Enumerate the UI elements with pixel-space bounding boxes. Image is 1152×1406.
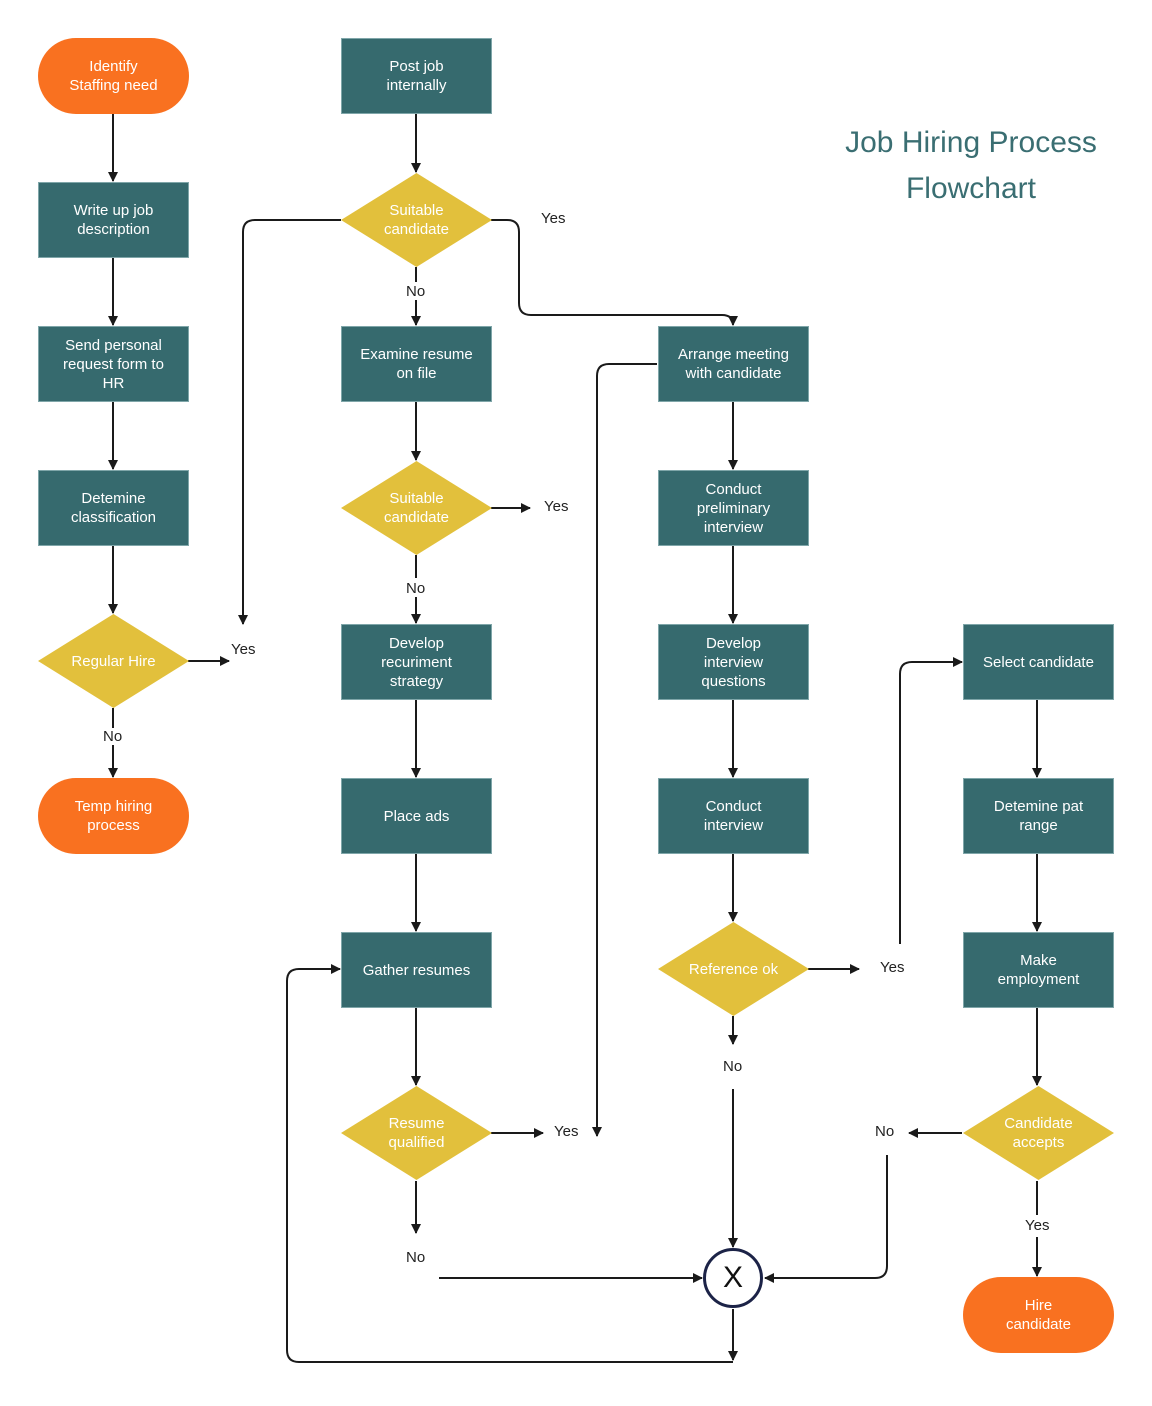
process-select-candidate[interactable]: Select candidate bbox=[963, 624, 1114, 700]
decision-label: Regular Hire bbox=[71, 652, 156, 670]
connector-no-to-junction-right bbox=[764, 1155, 888, 1283]
process-place-ads[interactable]: Place ads bbox=[341, 778, 492, 854]
process-determine-pay-range[interactable]: Detemine pat range bbox=[963, 778, 1114, 854]
process-gather-resumes[interactable]: Gather resumes bbox=[341, 932, 492, 1008]
process-post-job-internally[interactable]: Post job internally bbox=[341, 38, 492, 114]
connector-arrange-left-to-yes bbox=[592, 363, 657, 1137]
terminal-temp-hiring-process[interactable]: Temp hiring process bbox=[38, 778, 189, 854]
connector-suitable1-left-to-yes bbox=[238, 219, 341, 625]
process-make-employment[interactable]: Make employment bbox=[963, 932, 1114, 1008]
connector-suitable1-right-to-arrange bbox=[491, 219, 738, 326]
edge-label-reference-no: No bbox=[723, 1058, 743, 1075]
edge-label-suitable2-yes: Yes bbox=[544, 498, 569, 515]
edge-label-regular-no: No bbox=[103, 728, 123, 745]
process-write-job-description[interactable]: Write up job description bbox=[38, 182, 189, 258]
decision-label: Reference ok bbox=[688, 960, 779, 978]
edge-label-suitable2-no: No bbox=[406, 580, 426, 597]
edge-label-accepts-yes: Yes bbox=[1025, 1217, 1050, 1234]
decision-label: Suitable candidate bbox=[383, 202, 450, 238]
junction-merge-node[interactable]: X bbox=[703, 1248, 763, 1308]
process-examine-resume[interactable]: Examine resume on file bbox=[341, 326, 492, 402]
edge-label-accepts-no: No bbox=[875, 1123, 895, 1140]
decision-candidate-accepts[interactable]: Candidate accepts bbox=[963, 1086, 1114, 1180]
decision-suitable-candidate-2[interactable]: Suitable candidate bbox=[341, 461, 492, 555]
decision-reference-ok[interactable]: Reference ok bbox=[658, 922, 809, 1016]
process-conduct-interview[interactable]: Conduct interview bbox=[658, 778, 809, 854]
terminal-identify-staffing-need[interactable]: Identify Staffing need bbox=[38, 38, 189, 114]
process-develop-interview-questions[interactable]: Develop interview questions bbox=[658, 624, 809, 700]
edge-label-resume-yes: Yes bbox=[554, 1123, 579, 1140]
edge-label-regular-yes: Yes bbox=[231, 641, 256, 658]
terminal-hire-candidate[interactable]: Hire candidate bbox=[963, 1277, 1114, 1353]
edge-label-suitable1-no: No bbox=[406, 283, 426, 300]
process-determine-classification[interactable]: Detemine classification bbox=[38, 470, 189, 546]
connector-yes-to-select bbox=[899, 657, 963, 944]
edge-label-suitable1-yes: Yes bbox=[541, 210, 566, 227]
decision-regular-hire[interactable]: Regular Hire bbox=[38, 614, 189, 708]
decision-suitable-candidate-1[interactable]: Suitable candidate bbox=[341, 173, 492, 267]
decision-label: Resume qualified bbox=[388, 1115, 445, 1151]
edge-label-reference-yes: Yes bbox=[880, 959, 905, 976]
process-develop-recruitment-strategy[interactable]: Develop recuriment strategy bbox=[341, 624, 492, 700]
chart-title: Job Hiring Process Flowchart bbox=[845, 126, 1097, 205]
process-arrange-meeting[interactable]: Arrange meeting with candidate bbox=[658, 326, 809, 402]
edge-label-resume-no: No bbox=[406, 1249, 426, 1266]
process-send-request-form[interactable]: Send personal request form to HR bbox=[38, 326, 189, 402]
decision-label: Suitable candidate bbox=[383, 490, 450, 526]
decision-resume-qualified[interactable]: Resume qualified bbox=[341, 1086, 492, 1180]
process-conduct-preliminary-interview[interactable]: Conduct preliminary interview bbox=[658, 470, 809, 546]
decision-label: Candidate accepts bbox=[1004, 1115, 1073, 1151]
